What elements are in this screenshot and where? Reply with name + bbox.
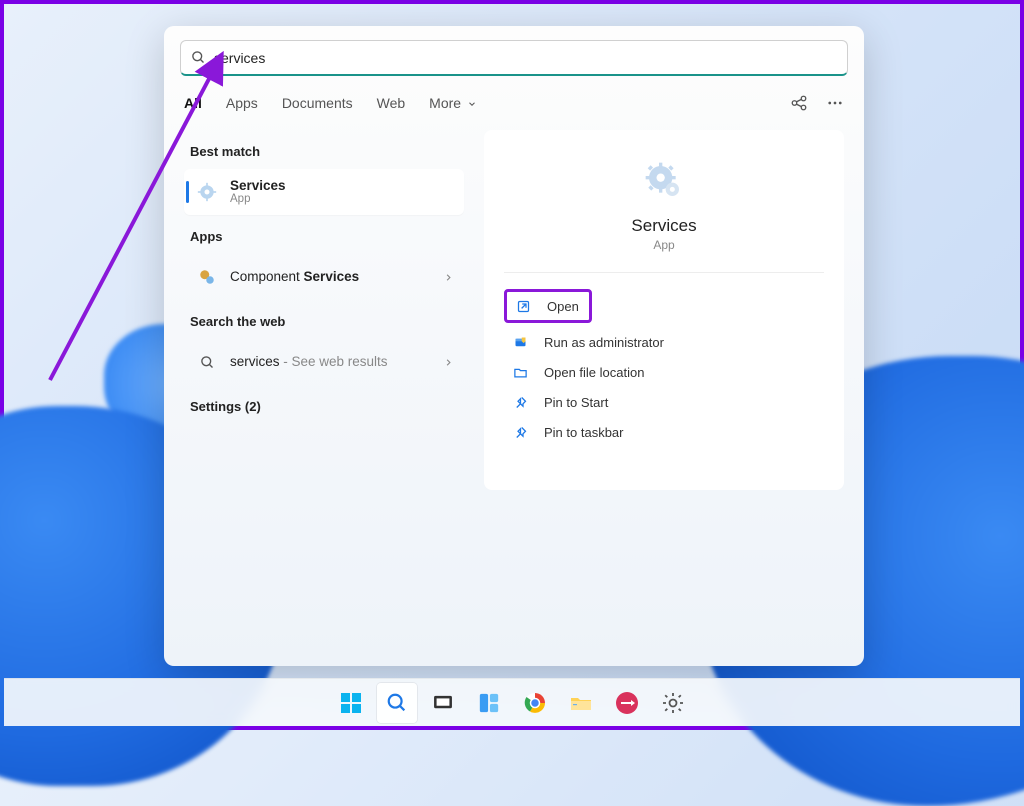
chevron-right-icon: [443, 357, 454, 368]
search-icon: [191, 50, 206, 65]
widgets-button[interactable]: [469, 683, 509, 723]
result-title: Services: [230, 178, 454, 194]
action-label: Pin to taskbar: [544, 425, 624, 440]
action-label: Open: [547, 299, 579, 314]
search-icon: [196, 355, 218, 370]
tab-more-label: More: [429, 95, 461, 111]
tab-all[interactable]: All: [184, 95, 202, 111]
shield-admin-icon: [510, 335, 530, 350]
action-label: Pin to Start: [544, 395, 608, 410]
settings-icon[interactable]: [653, 683, 693, 723]
search-box[interactable]: [180, 40, 848, 76]
action-label: Open file location: [544, 365, 644, 380]
services-large-icon: [643, 160, 685, 202]
quick-share-icon[interactable]: [790, 94, 808, 112]
tab-documents[interactable]: Documents: [282, 95, 353, 111]
pin-icon: [510, 395, 530, 410]
folder-icon: [510, 365, 530, 380]
filter-tabs: All Apps Documents Web More: [164, 76, 864, 130]
pin-icon: [510, 425, 530, 440]
section-apps: Apps: [184, 215, 464, 254]
task-view-button[interactable]: [423, 683, 463, 723]
file-explorer-icon[interactable]: [561, 683, 601, 723]
detail-title: Services: [631, 216, 696, 236]
result-subtitle: App: [230, 193, 454, 206]
chrome-icon[interactable]: [515, 683, 555, 723]
taskbar: [4, 678, 1020, 726]
detail-column: Services App Open Run as adminis: [470, 130, 858, 656]
taskbar-search-button[interactable]: [377, 683, 417, 723]
section-settings[interactable]: Settings (2): [184, 385, 464, 424]
result-component-services[interactable]: Component Services: [184, 254, 464, 300]
result-services-app[interactable]: Services App: [184, 169, 464, 215]
result-title: Component Services: [230, 269, 443, 285]
more-options-icon[interactable]: [826, 94, 844, 112]
action-pin-taskbar[interactable]: Pin to taskbar: [504, 417, 824, 447]
action-run-admin[interactable]: Run as administrator: [504, 327, 824, 357]
result-title: services - See web results: [230, 354, 443, 370]
search-input[interactable]: [214, 50, 837, 66]
result-web-services[interactable]: services - See web results: [184, 339, 464, 385]
action-open[interactable]: Open: [504, 289, 592, 323]
start-search-panel: All Apps Documents Web More Best match S…: [164, 26, 864, 666]
section-best-match: Best match: [184, 130, 464, 169]
results-column: Best match Services App Apps Component S…: [170, 130, 470, 656]
app-icon[interactable]: [607, 683, 647, 723]
tab-apps[interactable]: Apps: [226, 95, 258, 111]
chevron-right-icon: [443, 272, 454, 283]
open-external-icon: [513, 299, 533, 314]
detail-card: Services App Open Run as adminis: [484, 130, 844, 490]
section-search-web: Search the web: [184, 300, 464, 339]
action-label: Run as administrator: [544, 335, 664, 350]
start-button[interactable]: [331, 683, 371, 723]
action-pin-start[interactable]: Pin to Start: [504, 387, 824, 417]
tab-web[interactable]: Web: [377, 95, 406, 111]
action-open-location[interactable]: Open file location: [504, 357, 824, 387]
component-services-icon: [196, 268, 218, 286]
detail-subtitle: App: [653, 238, 674, 252]
tab-more[interactable]: More: [429, 95, 477, 111]
services-gear-icon: [196, 182, 218, 202]
